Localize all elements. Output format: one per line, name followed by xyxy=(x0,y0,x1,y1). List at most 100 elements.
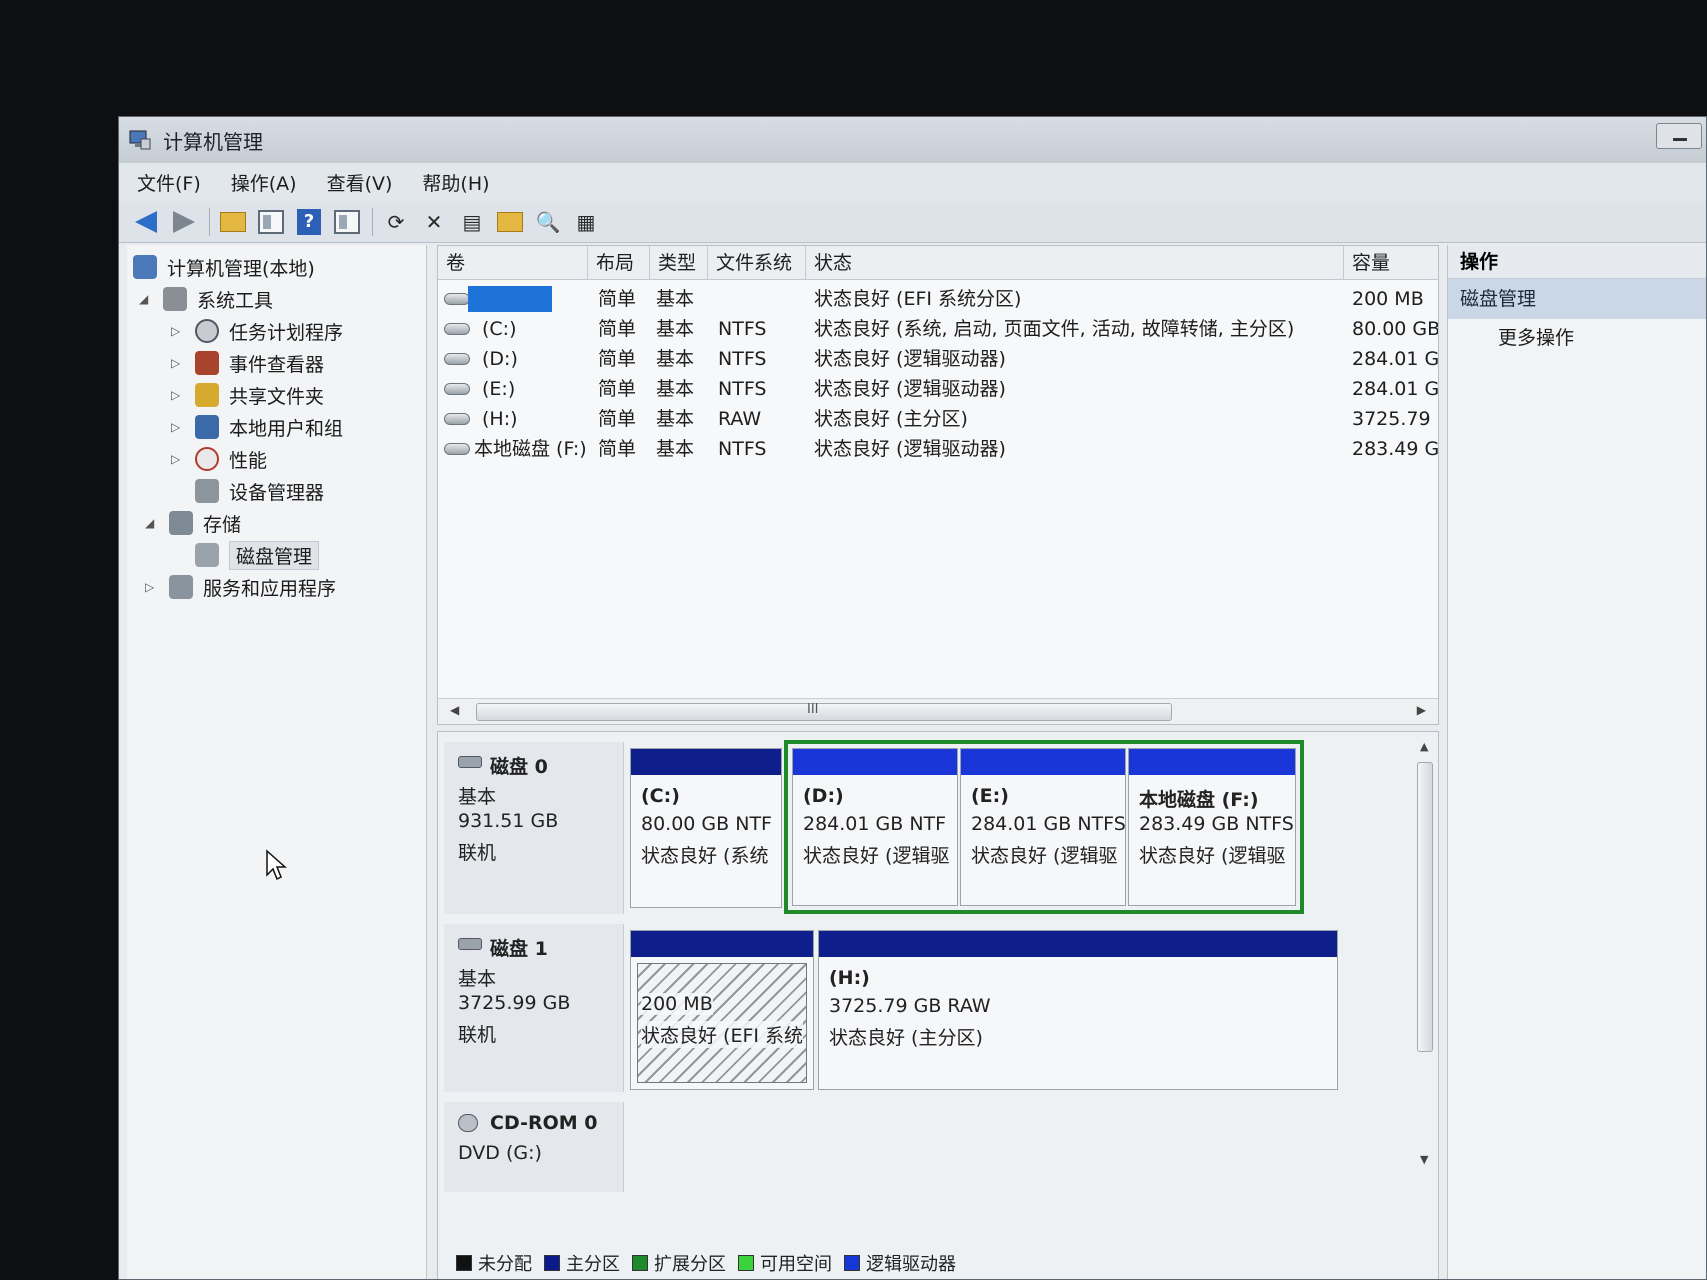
partition-e[interactable]: (E:) 284.01 GB NTFS 状态良好 (逻辑驱 xyxy=(960,748,1126,906)
expand-arrow-icon[interactable]: ▷ xyxy=(171,324,185,338)
volume-capacity: 284.01 G xyxy=(1352,378,1438,400)
col-type[interactable]: 类型 xyxy=(650,246,708,280)
partition-c[interactable]: (C:) 80.00 GB NTF 状态良好 (系统 xyxy=(630,748,782,908)
scroll-up-arrow-icon[interactable]: ▲ xyxy=(1420,740,1428,753)
expand-arrow-icon[interactable]: ▷ xyxy=(171,420,185,434)
menu-view[interactable]: 查看(V) xyxy=(327,169,393,196)
volume-list: 卷 布局 类型 文件系统 状态 容量 简单 基本 状态良好 (EFI 系统分区)… xyxy=(437,245,1439,725)
tree-shared-folders[interactable]: ▷ 共享文件夹 xyxy=(171,379,324,411)
open-button[interactable] xyxy=(495,207,525,237)
scroll-left-arrow-icon[interactable]: ◀ xyxy=(450,703,459,717)
menu-action[interactable]: 操作(A) xyxy=(231,169,297,196)
tree-event-viewer[interactable]: ▷ 事件查看器 xyxy=(171,347,324,379)
computer-management-icon xyxy=(129,129,151,151)
volume-status: 状态良好 (主分区) xyxy=(814,408,968,430)
primary-partition-band xyxy=(631,749,781,775)
tree-local-users[interactable]: ▷ 本地用户和组 xyxy=(171,411,343,443)
disk-icon xyxy=(458,938,482,950)
partition-h[interactable]: (H:) 3725.79 GB RAW 状态良好 (主分区) xyxy=(818,930,1338,1090)
scroll-right-arrow-icon[interactable]: ▶ xyxy=(1417,703,1426,717)
volume-disk-icon xyxy=(444,293,470,305)
scroll-down-arrow-icon[interactable]: ▼ xyxy=(1420,1153,1428,1166)
forward-arrow-icon xyxy=(173,210,195,233)
menu-help[interactable]: 帮助(H) xyxy=(422,169,489,196)
menu-file[interactable]: 文件(F) xyxy=(137,169,201,196)
volume-row[interactable]: 简单 基本 状态良好 (EFI 系统分区) 200 MB xyxy=(438,284,1438,314)
properties-button[interactable]: ▤ xyxy=(457,207,487,237)
expand-arrow-icon[interactable]: ▷ xyxy=(145,580,159,594)
window-title: 计算机管理 xyxy=(163,129,263,154)
expand-arrow-icon[interactable]: ▷ xyxy=(171,452,185,466)
volume-row[interactable]: (E:) 简单 基本 NTFS 状态良好 (逻辑驱动器) 284.01 G xyxy=(438,374,1438,404)
partition-d-status: 状态良好 (逻辑驱 xyxy=(803,845,950,867)
forward-button[interactable] xyxy=(169,207,199,237)
volume-row[interactable]: (C:) 简单 基本 NTFS 状态良好 (系统, 启动, 页面文件, 活动, … xyxy=(438,314,1438,344)
more-actions-link[interactable]: 更多操作 xyxy=(1448,319,1706,357)
legend-unallocated: 未分配 xyxy=(456,1250,532,1276)
volume-disk-icon xyxy=(444,383,470,395)
settings-button[interactable]: ▦ xyxy=(571,207,601,237)
col-capacity[interactable]: 容量 xyxy=(1344,246,1440,280)
tree-storage-label: 存储 xyxy=(203,513,242,536)
legend-label: 未分配 xyxy=(478,1254,532,1275)
horizontal-scroll-thumb[interactable]: III xyxy=(476,702,1172,721)
legend-primary: 主分区 xyxy=(544,1250,620,1276)
partition-d[interactable]: (D:) 284.01 GB NTF 状态良好 (逻辑驱 xyxy=(792,748,958,906)
partition-d-name: (D:) xyxy=(803,785,844,807)
disk-1-label[interactable]: 磁盘 1 基本 3725.99 GB 联机 xyxy=(444,924,624,1092)
minimize-button[interactable] xyxy=(1656,123,1702,149)
horizontal-scrollbar[interactable]: ◀ III ▶ xyxy=(438,698,1438,724)
clock-icon xyxy=(195,319,219,343)
volume-row[interactable]: (H:) 简单 基本 RAW 状态良好 (主分区) 3725.79 ( xyxy=(438,404,1438,434)
disk-1-state: 联机 xyxy=(458,1024,497,1046)
help-button[interactable]: ? xyxy=(294,207,324,237)
action-pane-icon xyxy=(334,209,360,234)
vertical-scrollbar[interactable]: ▲ ▼ xyxy=(1414,738,1436,1168)
collapse-arrow-icon[interactable]: ◢ xyxy=(139,292,153,306)
expand-arrow-icon[interactable]: ▷ xyxy=(171,388,185,402)
volume-type: 基本 xyxy=(656,378,695,400)
volume-row[interactable]: 本地磁盘 (F:) 简单 基本 NTFS 状态良好 (逻辑驱动器) 283.49… xyxy=(438,434,1438,464)
volume-capacity: 200 MB xyxy=(1352,288,1424,310)
actions-pane: 操作 磁盘管理 更多操作 xyxy=(1447,245,1706,1279)
tree-performance[interactable]: ▷ 性能 xyxy=(171,443,267,475)
logical-drive-band xyxy=(793,749,957,775)
delete-button[interactable]: ✕ xyxy=(419,207,449,237)
partition-efi[interactable]: 200 MB 状态良好 (EFI 系统 xyxy=(630,930,814,1090)
tree-task-scheduler[interactable]: ▷ 任务计划程序 xyxy=(171,315,343,347)
volume-row[interactable]: (D:) 简单 基本 NTFS 状态良好 (逻辑驱动器) 284.01 G xyxy=(438,344,1438,374)
disk-0-label[interactable]: 磁盘 0 基本 931.51 GB 联机 xyxy=(444,742,624,914)
partition-e-name: (E:) xyxy=(971,785,1009,807)
search-icon: 🔍 xyxy=(535,209,561,234)
tree-disk-management[interactable]: 磁盘管理 xyxy=(195,539,320,571)
toolbar-separator xyxy=(372,207,373,236)
cdrom-0-label[interactable]: CD-ROM 0 DVD (G:) xyxy=(444,1102,624,1192)
mouse-cursor-icon xyxy=(266,849,287,881)
tree-services[interactable]: ▷ 服务和应用程序 xyxy=(145,571,336,603)
tree-device-manager-label: 设备管理器 xyxy=(229,481,325,504)
volume-layout: 简单 xyxy=(598,288,637,310)
refresh-button[interactable]: ⟳ xyxy=(381,207,411,237)
collapse-arrow-icon[interactable]: ◢ xyxy=(145,516,159,530)
back-button[interactable] xyxy=(131,207,161,237)
col-filesystem[interactable]: 文件系统 xyxy=(708,246,806,280)
show-hide-tree-button[interactable] xyxy=(256,207,286,237)
partition-f[interactable]: 本地磁盘 (F:) 283.49 GB NTFS 状态良好 (逻辑驱 xyxy=(1128,748,1296,906)
actions-section-disk-management[interactable]: 磁盘管理 xyxy=(1448,279,1706,319)
vertical-scroll-thumb[interactable] xyxy=(1417,762,1433,1052)
col-layout[interactable]: 布局 xyxy=(588,246,650,280)
tree-root[interactable]: 计算机管理(本地) xyxy=(133,251,315,283)
partition-efi-status: 状态良好 (EFI 系统 xyxy=(641,1021,804,1048)
col-volume[interactable]: 卷 xyxy=(438,246,588,280)
tree-storage[interactable]: ◢ 存储 xyxy=(145,507,241,539)
show-hide-action-pane-button[interactable] xyxy=(332,207,362,237)
tree-system-tools[interactable]: ◢ 系统工具 xyxy=(139,283,273,315)
expand-arrow-icon[interactable]: ▷ xyxy=(171,356,185,370)
console-tree-icon xyxy=(258,209,284,234)
tree-local-users-label: 本地用户和组 xyxy=(229,417,344,440)
col-status[interactable]: 状态 xyxy=(806,246,1344,280)
up-level-button[interactable] xyxy=(218,207,248,237)
tree-device-manager[interactable]: 设备管理器 xyxy=(195,475,324,507)
volume-type: 基本 xyxy=(656,408,695,430)
search-button[interactable]: 🔍 xyxy=(533,207,563,237)
